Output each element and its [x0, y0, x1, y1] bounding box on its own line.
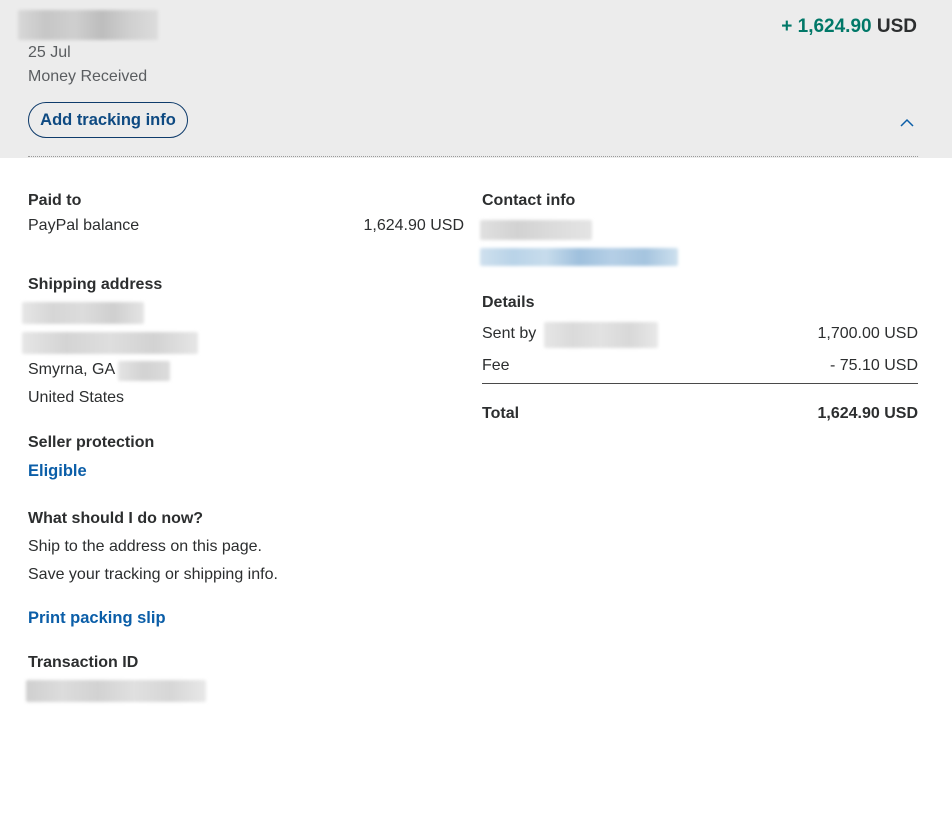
- transaction-amount: + 1,624.90 USD: [781, 16, 917, 38]
- add-tracking-info-button[interactable]: Add tracking info: [28, 102, 188, 138]
- redacted-contact-email-link[interactable]: [480, 248, 678, 266]
- redacted-transaction-id: [26, 680, 206, 702]
- print-packing-slip-link[interactable]: Print packing slip: [28, 609, 166, 628]
- shipping-city-state: Smyrna, GA: [28, 361, 116, 378]
- paid-to-label: Paid to: [28, 192, 82, 209]
- header-divider: [28, 156, 918, 157]
- transaction-status: Money Received: [28, 68, 148, 85]
- redacted-contact-name: [480, 220, 592, 240]
- chevron-up-icon[interactable]: [900, 116, 914, 130]
- paid-to-method: PayPal balance: [28, 217, 140, 234]
- redacted-sender: [544, 322, 658, 348]
- details-label: Details: [482, 294, 535, 311]
- seller-protection-label: Seller protection: [28, 434, 155, 451]
- paid-to-amount: 1,624.90 USD: [363, 217, 464, 234]
- sent-by-label: Sent by: [482, 325, 537, 342]
- transaction-header: 25 Jul Money Received + 1,624.90 USD Add…: [0, 0, 952, 158]
- amount-currency: USD: [876, 16, 917, 37]
- transaction-id-label: Transaction ID: [28, 654, 139, 671]
- redacted-sender-name: [18, 10, 158, 40]
- shipping-address-label: Shipping address: [28, 276, 163, 293]
- contact-info-label: Contact info: [482, 192, 576, 209]
- fee-label: Fee: [482, 357, 510, 374]
- what-to-do-label: What should I do now?: [28, 510, 204, 527]
- shipping-country: United States: [28, 389, 125, 406]
- next-step-save-tracking: Save your tracking or shipping info.: [28, 566, 278, 583]
- redacted-address-line-2: [22, 332, 198, 354]
- redacted-zip-code: [118, 361, 170, 381]
- details-total-divider: [482, 383, 918, 384]
- redacted-address-line-1: [22, 302, 144, 324]
- sent-by-amount: 1,700.00 USD: [817, 325, 918, 342]
- total-amount: 1,624.90 USD: [817, 405, 918, 422]
- fee-amount: - 75.10 USD: [829, 357, 918, 374]
- amount-value: + 1,624.90: [781, 16, 872, 37]
- next-step-ship: Ship to the address on this page.: [28, 538, 262, 555]
- seller-protection-eligible-link[interactable]: Eligible: [28, 462, 87, 481]
- transaction-date: 25 Jul: [28, 44, 71, 61]
- total-label: Total: [482, 405, 520, 422]
